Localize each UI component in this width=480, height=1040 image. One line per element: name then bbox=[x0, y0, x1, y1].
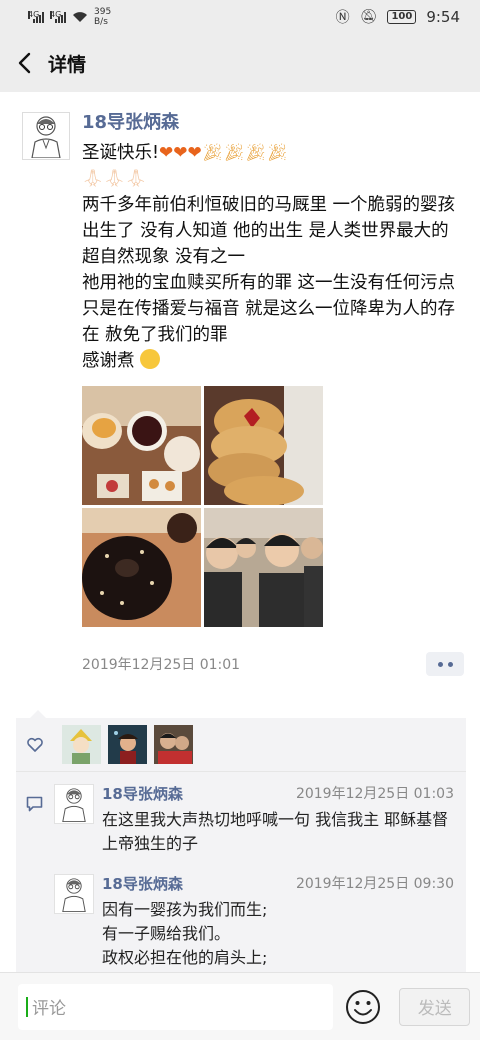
comment-text: 因有一婴孩为我们而生; 有一子赐给我们。 政权必担在他的肩头上; 他名称为"奇妙… bbox=[102, 900, 268, 967]
heart-icon bbox=[27, 737, 43, 752]
post-timestamp: 2019年12月25日 01:01 bbox=[82, 657, 241, 673]
comment-author[interactable]: 18导张炳森 bbox=[102, 783, 183, 804]
post-meta: 2019年12月25日 01:01 bbox=[82, 651, 464, 677]
avatar[interactable] bbox=[54, 784, 94, 824]
photo-chocolate-cake[interactable] bbox=[82, 508, 201, 627]
comment-input[interactable]: 评论 bbox=[18, 983, 334, 1030]
post-author[interactable]: 18导张炳森 bbox=[82, 110, 464, 136]
liker-avatar[interactable] bbox=[108, 725, 147, 764]
nav-bar: 详情 bbox=[0, 34, 480, 92]
comment-input-bar: 评论 发送 bbox=[0, 972, 480, 1040]
emoji-icon bbox=[346, 989, 381, 1024]
comment-text: 在这里我大声热切地呼喊一句 我信我主 耶稣基督 上帝独生的子 bbox=[102, 810, 449, 853]
emoji-button[interactable] bbox=[345, 989, 381, 1025]
avatar-drawing bbox=[31, 116, 61, 158]
back-button[interactable] bbox=[0, 34, 48, 92]
comment-item[interactable]: 18导张炳森 2019年12月25日 01:03 在这里我大声热切地呼喊一句 我… bbox=[16, 772, 466, 862]
more-dots-icon bbox=[437, 661, 443, 667]
post-body: 两千多年前伯利恒破旧的马厩里 一个脆弱的婴孩出生了 没有人知道 他的出生 是人类… bbox=[82, 195, 456, 345]
liker-avatar[interactable] bbox=[62, 725, 101, 764]
likes-comments-panel: 18导张炳森 2019年12月25日 01:03 在这里我大声热切地呼喊一句 我… bbox=[16, 710, 466, 972]
back-arrow-icon bbox=[18, 52, 31, 74]
comment-placeholder: 评论 bbox=[32, 999, 66, 1019]
liker-avatar[interactable] bbox=[154, 725, 193, 764]
clock: 9:54 bbox=[426, 8, 460, 26]
moment-post: 18导张炳森 圣诞快乐!❤❤❤🎉︎🎉︎🎉︎🎉︎ 🙏︎🙏︎🙏︎ 两千多年前伯利恒破… bbox=[0, 92, 480, 677]
avatar[interactable] bbox=[22, 112, 70, 160]
wifi-icon bbox=[72, 11, 88, 23]
more-dots-button[interactable] bbox=[426, 652, 464, 676]
photo-jam-cookies[interactable] bbox=[204, 386, 323, 505]
post-closing-line: 感谢煮 bbox=[82, 348, 464, 374]
party-popper-icon: 🎉︎🎉︎🎉︎🎉︎ bbox=[201, 143, 289, 163]
grin-sweat-emoji-icon bbox=[140, 349, 161, 369]
signal-icon: 4G bbox=[28, 11, 44, 23]
orange-heart-icon: ❤❤❤ bbox=[159, 143, 202, 163]
comment-time: 2019年12月25日 09:30 bbox=[295, 876, 454, 892]
mute-icon: 🔕︎ bbox=[359, 9, 378, 25]
avatar[interactable] bbox=[54, 874, 94, 914]
nfc-icon: Ⓝ bbox=[335, 10, 350, 26]
pray-row: 🙏︎🙏︎🙏︎ bbox=[82, 166, 464, 192]
network-speed: 395 B/s bbox=[94, 7, 112, 27]
page-title: 详情 bbox=[48, 53, 87, 76]
post-closing: 感谢煮 bbox=[82, 351, 135, 371]
status-bar: 4G 4G 395 B/s Ⓝ 🔕︎ 100 9:54 bbox=[0, 0, 480, 34]
send-button[interactable]: 发送 bbox=[399, 987, 470, 1026]
comment-item[interactable]: 18导张炳森 2019年12月25日 09:30 因有一婴孩为我们而生; 有一子… bbox=[16, 862, 466, 972]
folded-hands-icon: 🙏︎🙏︎🙏︎ bbox=[82, 169, 147, 189]
battery-icon: 100 bbox=[387, 10, 417, 24]
post-greeting-line: 圣诞快乐!❤❤❤🎉︎🎉︎🎉︎🎉︎ bbox=[82, 140, 464, 166]
photo-grid bbox=[82, 386, 464, 627]
comment-time: 2019年12月25日 01:03 bbox=[295, 786, 454, 802]
photo-group-selfie[interactable] bbox=[204, 508, 323, 627]
likes-row bbox=[16, 718, 466, 772]
moment-detail: 18导张炳森 圣诞快乐!❤❤❤🎉︎🎉︎🎉︎🎉︎ 🙏︎🙏︎🙏︎ 两千多年前伯利恒破… bbox=[0, 92, 480, 972]
comment-author[interactable]: 18导张炳森 bbox=[102, 873, 183, 894]
signal-icon-2: 4G bbox=[50, 11, 66, 23]
post-greeting: 圣诞快乐! bbox=[82, 143, 160, 163]
photo-party-table[interactable] bbox=[82, 386, 201, 505]
comment-icon bbox=[26, 796, 43, 812]
